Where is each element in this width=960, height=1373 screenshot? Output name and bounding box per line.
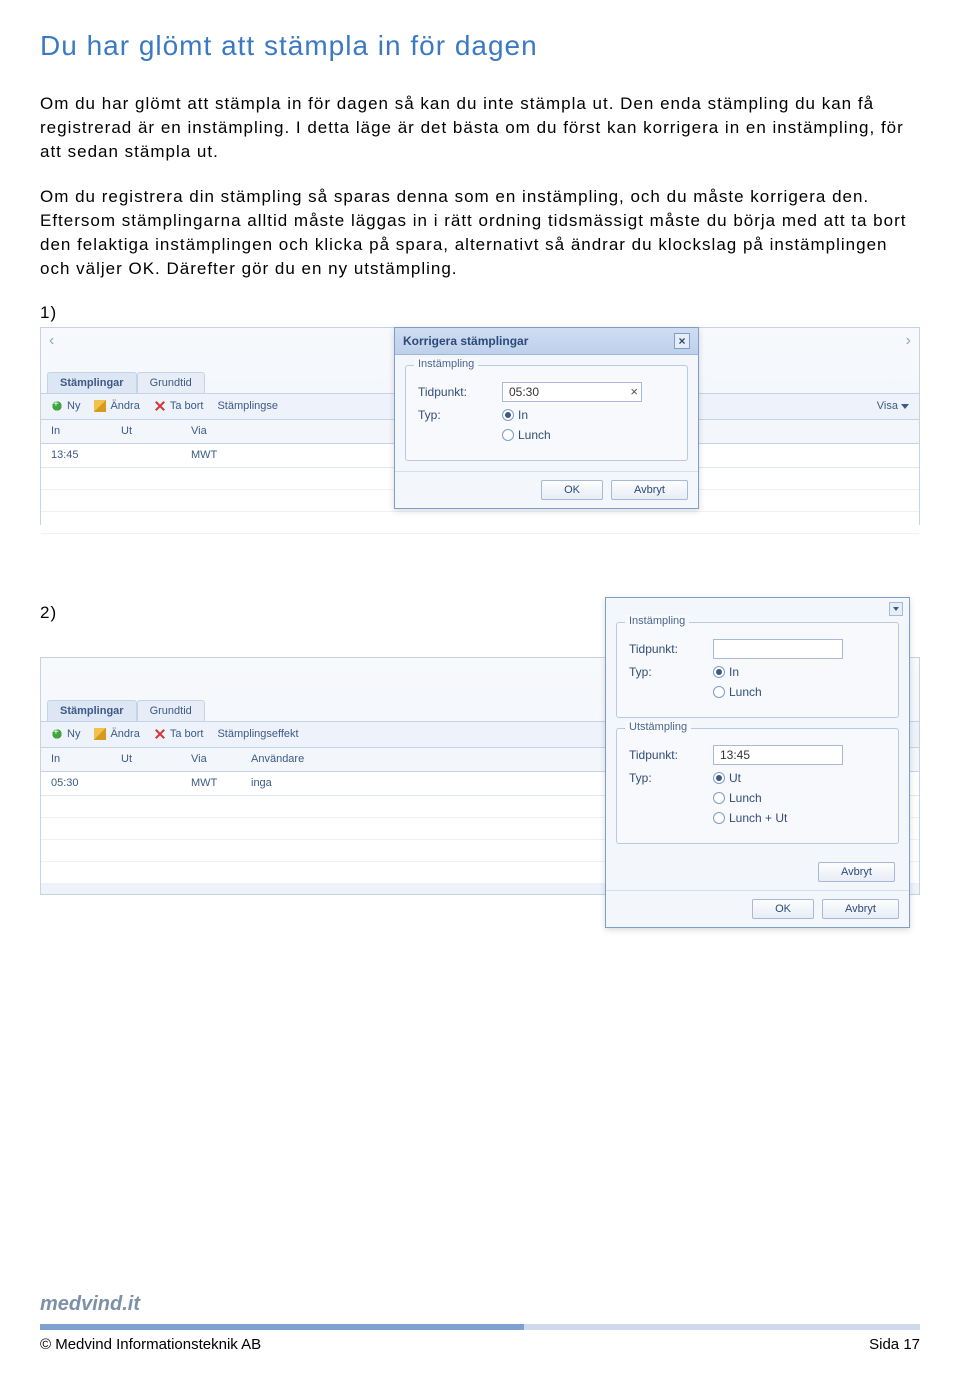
plus-icon	[51, 728, 63, 740]
tabort-button[interactable]: Ta bort	[154, 728, 204, 740]
scroll-down-icon[interactable]	[889, 602, 903, 616]
step-1-label: 1)	[40, 303, 920, 323]
ok-button[interactable]: OK	[752, 899, 814, 919]
radio-ut-label: Ut	[729, 771, 741, 785]
col-anvandare: Användare	[251, 753, 351, 765]
ut-tidpunkt-label: Tidpunkt:	[629, 748, 699, 762]
cell-via: MWT	[191, 449, 251, 461]
col-in: In	[51, 425, 121, 437]
andra-button[interactable]: Ändra	[94, 400, 139, 412]
caret-down-icon	[901, 404, 909, 409]
ny-button[interactable]: Ny	[51, 400, 80, 412]
in-tidpunkt-label: Tidpunkt:	[629, 642, 699, 656]
instampling-legend: Instämpling	[625, 615, 689, 627]
paragraph-2: Om du registrera din stämpling så sparas…	[40, 185, 920, 280]
plus-icon	[51, 400, 63, 412]
utstampling-legend: Utstämpling	[625, 721, 691, 733]
pencil-icon	[94, 400, 106, 412]
dialog-title: Korrigera stämplingar	[403, 334, 528, 348]
close-icon[interactable]: ×	[674, 333, 690, 349]
radio-in-lunch[interactable]	[713, 686, 725, 698]
delete-icon	[154, 400, 166, 412]
cell-in: 13:45	[51, 449, 121, 461]
andra-label: Ändra	[110, 728, 139, 740]
radio-ut-lunch-label: Lunch	[729, 791, 762, 805]
radio-lunch-label: Lunch	[518, 428, 551, 442]
radio-lunch[interactable]	[502, 429, 514, 441]
radio-ut-lunchut-label: Lunch + Ut	[729, 811, 787, 825]
tidpunkt-input[interactable]	[502, 382, 642, 402]
radio-ut-lunch[interactable]	[713, 792, 725, 804]
tabort-button[interactable]: Ta bort	[154, 400, 204, 412]
cell-via: MWT	[191, 777, 251, 789]
andra-label: Ändra	[110, 400, 139, 412]
tab-grundtid[interactable]: Grundtid	[137, 700, 205, 721]
stamplingseffekt-label: Stämplingse	[217, 400, 278, 412]
pencil-icon	[94, 728, 106, 740]
paragraph-1: Om du har glömt att stämpla in för dagen…	[40, 92, 920, 163]
tab-grundtid[interactable]: Grundtid	[137, 372, 205, 393]
radio-ut-lunchut[interactable]	[713, 812, 725, 824]
brand-logo: medvind.it	[40, 1293, 920, 1316]
page-footer: medvind.it © Medvind Informationsteknik …	[40, 1293, 920, 1353]
in-typ-label: Typ:	[629, 665, 699, 679]
col-via: Via	[191, 753, 251, 765]
clear-input-icon[interactable]: ×	[630, 384, 638, 399]
visa-dropdown[interactable]: Visa	[877, 400, 909, 412]
avbryt-button[interactable]: Avbryt	[611, 480, 688, 500]
prev-arrow[interactable]: ‹	[49, 332, 54, 350]
page-number: Sida 17	[869, 1336, 920, 1353]
avbryt-button-outer[interactable]: Avbryt	[818, 862, 895, 882]
radio-in-label: In	[518, 408, 528, 422]
ok-button[interactable]: OK	[541, 480, 603, 500]
ut-typ-label: Typ:	[629, 771, 699, 785]
tabort-label: Ta bort	[170, 728, 204, 740]
ny-label: Ny	[67, 400, 80, 412]
col-ut: Ut	[121, 425, 191, 437]
ut-tidpunkt-input[interactable]	[713, 745, 843, 765]
next-arrow[interactable]: ›	[906, 332, 911, 350]
radio-in[interactable]	[502, 409, 514, 421]
cell-in: 05:30	[51, 777, 121, 789]
screenshot-1: ‹ › Stämplingar Grundtid Ny Ändra Ta bor…	[40, 327, 920, 525]
radio-in-lunch-label: Lunch	[729, 685, 762, 699]
visa-label: Visa	[877, 400, 898, 412]
col-in: In	[51, 753, 121, 765]
col-via: Via	[191, 425, 251, 437]
tabort-label: Ta bort	[170, 400, 204, 412]
radio-ut[interactable]	[713, 772, 725, 784]
tab-stamplingar[interactable]: Stämplingar	[47, 700, 137, 721]
korrigera-dialog: Korrigera stämplingar × Instämpling Tidp…	[394, 327, 699, 509]
instampling-legend: Instämpling	[414, 358, 478, 370]
radio-in-label: In	[729, 665, 739, 679]
tab-stamplingar[interactable]: Stämplingar	[47, 372, 137, 393]
tidpunkt-label: Tidpunkt:	[418, 385, 488, 399]
ny-button[interactable]: Ny	[51, 728, 80, 740]
typ-label: Typ:	[418, 408, 488, 422]
ny-label: Ny	[67, 728, 80, 740]
avbryt-button[interactable]: Avbryt	[822, 899, 899, 919]
footer-divider	[40, 1324, 920, 1330]
copyright: © Medvind Informationsteknik AB	[40, 1336, 261, 1353]
radio-in[interactable]	[713, 666, 725, 678]
andra-button[interactable]: Ändra	[94, 728, 139, 740]
col-ut: Ut	[121, 753, 191, 765]
in-tidpunkt-input[interactable]	[713, 639, 843, 659]
korrigera-dialog-2: Instämpling Tidpunkt: Typ: In Lunch Utst…	[605, 597, 910, 928]
delete-icon	[154, 728, 166, 740]
stamplingseffekt-label: Stämplingseffekt	[217, 728, 298, 740]
cell-anvandare: inga	[251, 777, 351, 789]
page-title: Du har glömt att stämpla in för dagen	[40, 30, 920, 62]
